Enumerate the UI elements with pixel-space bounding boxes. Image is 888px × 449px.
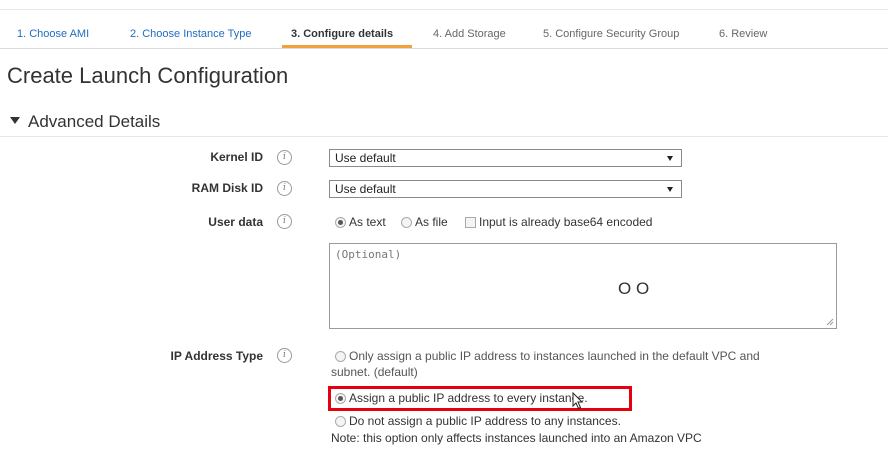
- info-icon[interactable]: i: [277, 214, 292, 229]
- dropdown-arrow-icon: [667, 187, 673, 192]
- base64-label: Input is already base64 encoded: [479, 215, 653, 229]
- user-data-textarea[interactable]: (Optional) O O: [329, 243, 837, 329]
- ram-disk-id-label: RAM Disk ID: [191, 181, 263, 195]
- page-title: Create Launch Configuration: [7, 63, 289, 88]
- dropdown-arrow-icon: [667, 156, 673, 161]
- ip-option-default-radio[interactable]: [335, 351, 346, 362]
- vpc-note: Note: this option only affects instances…: [331, 431, 702, 445]
- ram-disk-id-value: Use default: [335, 182, 396, 196]
- kernel-id-label: Kernel ID: [210, 150, 263, 164]
- wizard-steps: 1. Choose AMI 2. Choose Instance Type 3.…: [0, 10, 888, 49]
- resize-grip-icon[interactable]: [826, 318, 834, 326]
- as-file-radio[interactable]: [401, 217, 412, 228]
- step-review[interactable]: 6. Review: [719, 28, 767, 40]
- ip-option-none-label: Do not assign a public IP address to any…: [349, 414, 621, 428]
- user-data-placeholder: (Optional): [335, 248, 402, 261]
- info-icon[interactable]: i: [277, 181, 292, 196]
- ip-option-none-radio[interactable]: [335, 416, 346, 427]
- base64-checkbox[interactable]: [465, 217, 476, 228]
- as-file-label: As file: [415, 215, 448, 229]
- ip-option-default-label-cont: subnet. (default): [331, 365, 418, 379]
- step-choose-instance-type[interactable]: 2. Choose Instance Type: [130, 28, 252, 40]
- highlight-box: [328, 386, 632, 411]
- section-divider: [0, 136, 888, 137]
- mouse-cursor-icon: [572, 392, 584, 410]
- user-data-label: User data: [208, 215, 263, 229]
- overlay-glyphs: O O: [618, 279, 650, 298]
- step-configure-details[interactable]: 3. Configure details: [291, 28, 393, 40]
- section-title: Advanced Details: [28, 112, 161, 131]
- info-icon[interactable]: i: [277, 150, 292, 165]
- as-text-radio[interactable]: [335, 217, 346, 228]
- step-configure-security-group[interactable]: 5. Configure Security Group: [543, 28, 679, 40]
- ram-disk-id-select[interactable]: Use default: [329, 180, 682, 198]
- ip-address-type-label: IP Address Type: [170, 349, 263, 363]
- kernel-id-value: Use default: [335, 151, 396, 165]
- advanced-details-toggle[interactable]: Advanced Details: [10, 112, 160, 132]
- step-choose-ami[interactable]: 1. Choose AMI: [17, 28, 89, 40]
- ip-option-default-label: Only assign a public IP address to insta…: [349, 349, 760, 363]
- info-icon[interactable]: i: [277, 348, 292, 363]
- step-add-storage[interactable]: 4. Add Storage: [433, 28, 506, 40]
- as-text-label: As text: [349, 215, 386, 229]
- kernel-id-select[interactable]: Use default: [329, 149, 682, 167]
- caret-down-icon: [10, 117, 20, 124]
- active-step-indicator: [282, 45, 412, 48]
